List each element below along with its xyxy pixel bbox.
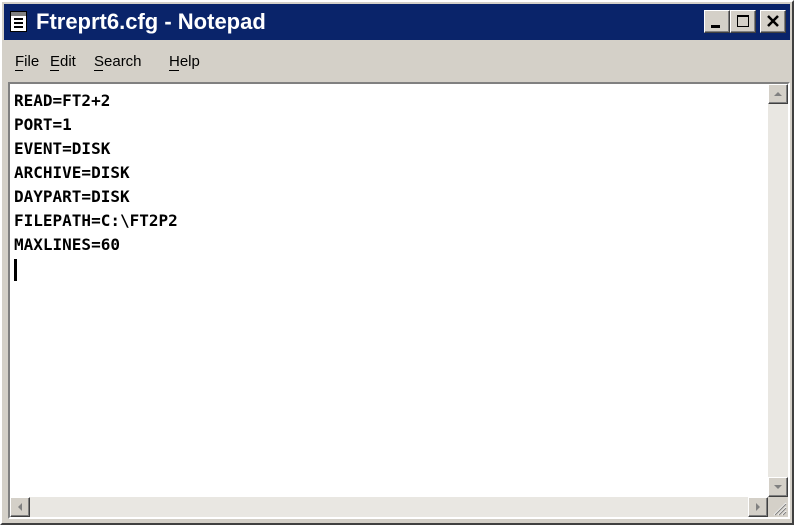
- menu-file-label: File: [15, 53, 40, 70]
- menu-search[interactable]: Search: [94, 53, 142, 71]
- menu-help-accel-underline: [169, 70, 179, 71]
- arrow-left-icon: [18, 503, 22, 511]
- menu-edit-accel-underline: [50, 70, 59, 71]
- arrow-right-icon: [756, 503, 760, 511]
- window-title: Ftreprt6.cfg - Notepad: [36, 9, 266, 34]
- horizontal-scrollbar[interactable]: [10, 497, 768, 517]
- minimize-icon: [711, 25, 720, 28]
- scroll-down-button[interactable]: [768, 477, 788, 497]
- menu-edit[interactable]: Edit: [50, 53, 76, 71]
- menu-bar: File Edit Search Help: [4, 42, 790, 80]
- text-line: PORT=1: [14, 115, 72, 134]
- text-cursor: [14, 259, 17, 281]
- text-line: MAXLINES=60: [14, 235, 120, 254]
- text-line: READ=FT2+2: [14, 91, 111, 110]
- menu-search-accel-underline: [94, 70, 103, 71]
- text-editor[interactable]: READ=FT2+2 PORT=1 EVENT=DISK ARCHIVE=DIS…: [8, 82, 790, 519]
- menu-file[interactable]: File: [15, 53, 39, 71]
- menu-help[interactable]: Help: [169, 53, 200, 71]
- text-line: ARCHIVE=DISK: [14, 163, 130, 182]
- notepad-icon[interactable]: [10, 11, 27, 32]
- arrow-up-icon: [774, 92, 782, 96]
- text-area[interactable]: READ=FT2+2 PORT=1 EVENT=DISK ARCHIVE=DIS…: [10, 84, 768, 497]
- notepad-window: Ftreprt6.cfg - Notepad File Edit Search …: [0, 0, 794, 525]
- text-line: DAYPART=DISK: [14, 187, 130, 206]
- resize-grip[interactable]: [768, 497, 788, 517]
- text-line: FILEPATH=C:\FT2P2: [14, 211, 178, 230]
- scroll-left-button[interactable]: [10, 497, 30, 517]
- vertical-scrollbar[interactable]: [768, 84, 788, 497]
- menu-help-label: Help: [169, 53, 200, 70]
- scroll-right-button[interactable]: [748, 497, 768, 517]
- close-icon: [767, 15, 779, 27]
- title-bar[interactable]: Ftreprt6.cfg - Notepad: [4, 4, 790, 40]
- text-line: EVENT=DISK: [14, 139, 111, 158]
- minimize-button[interactable]: [704, 10, 730, 33]
- resize-grip-icon: [773, 502, 787, 516]
- maximize-icon: [737, 15, 749, 27]
- scroll-up-button[interactable]: [768, 84, 788, 104]
- menu-edit-label: Edit: [50, 53, 76, 70]
- menu-search-label: Search: [94, 53, 142, 70]
- menu-file-accel-underline: [15, 70, 23, 71]
- close-button[interactable]: [760, 10, 786, 33]
- maximize-button[interactable]: [730, 10, 756, 33]
- arrow-down-icon: [774, 485, 782, 489]
